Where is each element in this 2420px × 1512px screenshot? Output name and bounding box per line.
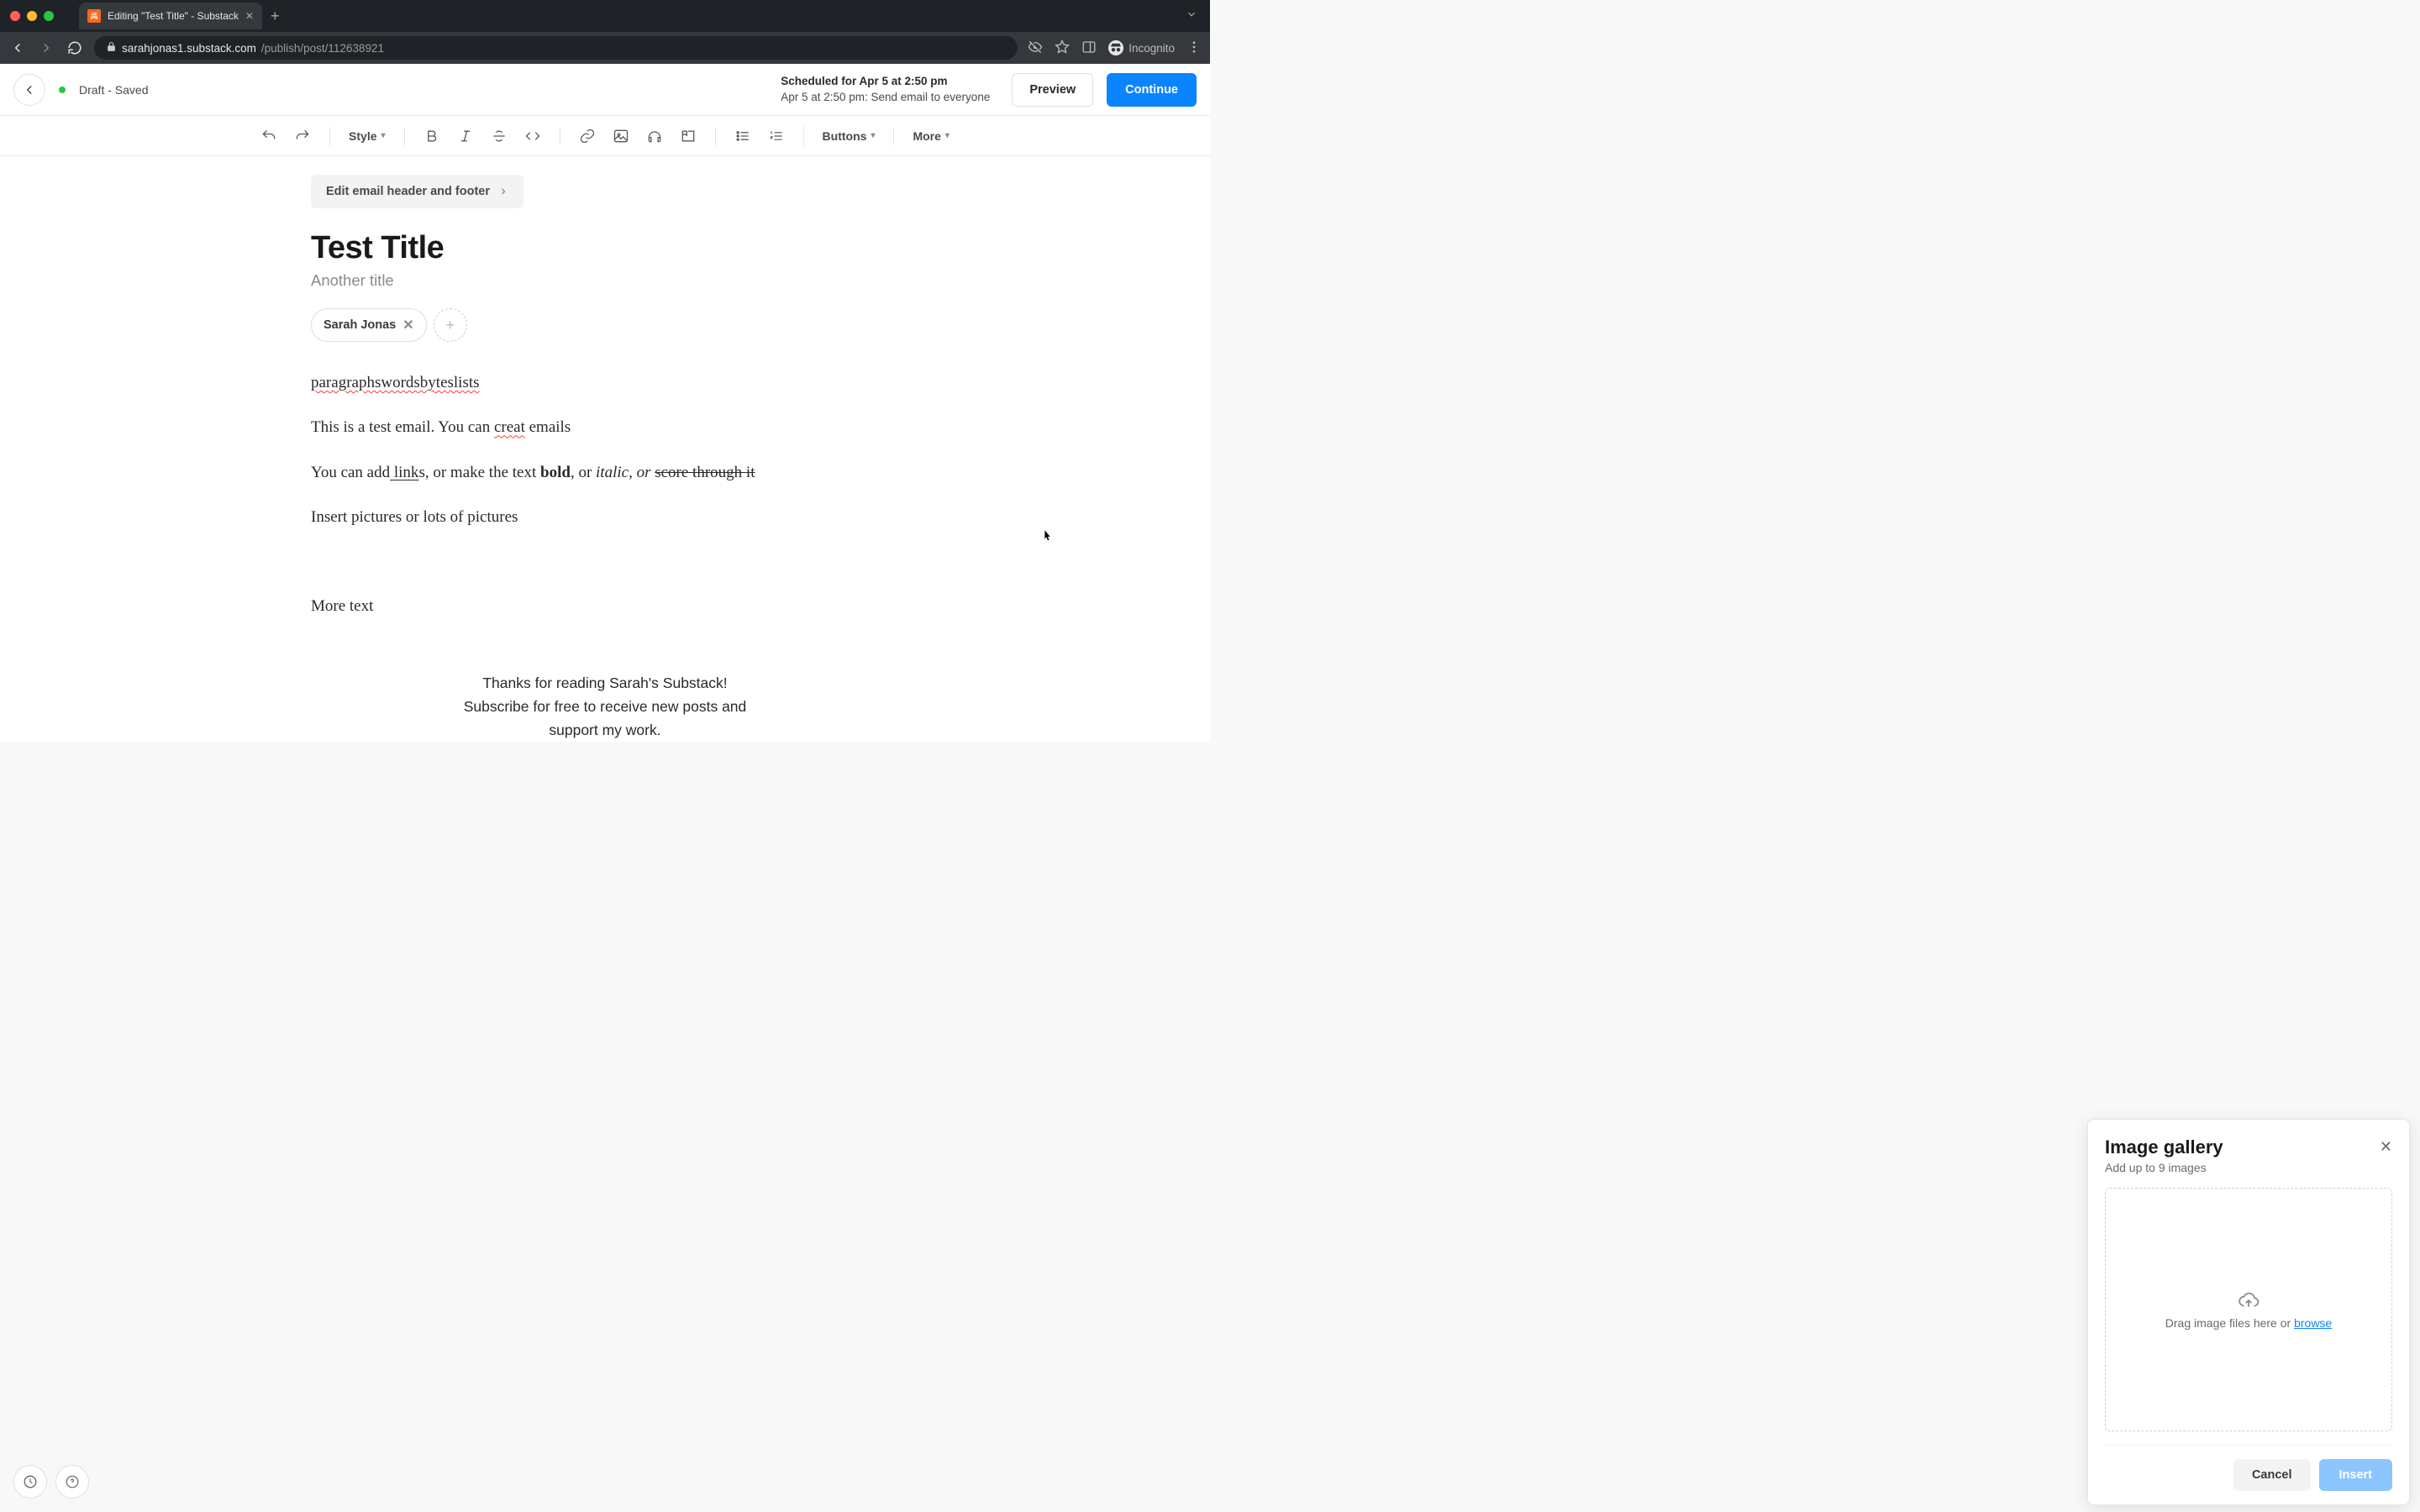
draft-status: Draft - Saved bbox=[79, 83, 148, 97]
substack-favicon bbox=[87, 9, 101, 23]
body-p1: paragraphswordsbyteslists bbox=[311, 374, 480, 391]
gallery-insert-button[interactable]: Insert bbox=[2319, 1459, 2393, 1491]
link-text[interactable]: link bbox=[390, 464, 418, 481]
remove-author-button[interactable]: ✕ bbox=[402, 317, 413, 333]
new-tab-button[interactable]: + bbox=[271, 8, 280, 25]
buttons-dropdown[interactable]: Buttons▾ bbox=[816, 121, 882, 151]
close-window-button[interactable] bbox=[10, 11, 20, 21]
schedule-info: Scheduled for Apr 5 at 2:50 pm Apr 5 at … bbox=[781, 74, 990, 106]
format-toolbar: Style▾ Buttons▾ More▾ bbox=[0, 116, 1210, 156]
lock-icon bbox=[106, 41, 117, 55]
preview-button[interactable]: Preview bbox=[1012, 73, 1093, 107]
minimize-window-button[interactable] bbox=[27, 11, 37, 21]
tab-close-icon[interactable]: ✕ bbox=[245, 10, 254, 22]
editor-header: Draft - Saved Scheduled for Apr 5 at 2:5… bbox=[0, 64, 1210, 116]
schedule-title: Scheduled for Apr 5 at 2:50 pm bbox=[781, 74, 990, 90]
forward-button[interactable] bbox=[37, 40, 55, 55]
undo-button[interactable] bbox=[254, 121, 284, 151]
gallery-close-button[interactable]: ✕ bbox=[2380, 1138, 2392, 1156]
back-to-dashboard-button[interactable] bbox=[13, 74, 45, 106]
panel-icon[interactable] bbox=[1081, 39, 1097, 57]
star-icon[interactable] bbox=[1055, 39, 1070, 57]
edit-email-header-button[interactable]: Edit email header and footer bbox=[311, 175, 523, 208]
menu-icon[interactable] bbox=[1186, 39, 1202, 57]
add-author-button[interactable]: + bbox=[434, 308, 467, 342]
browser-tab[interactable]: Editing "Test Title" - Substack ✕ bbox=[79, 3, 262, 29]
window-controls bbox=[0, 11, 54, 21]
post-title-input[interactable]: Test Title bbox=[311, 230, 899, 266]
italic-button[interactable] bbox=[450, 121, 481, 151]
url-path: /publish/post/112638921 bbox=[261, 42, 384, 55]
post-body[interactable]: paragraphswordsbyteslists This is a test… bbox=[311, 369, 899, 742]
style-dropdown[interactable]: Style▾ bbox=[342, 121, 392, 151]
subscribe-callout: Thanks for reading Sarah's Substack! Sub… bbox=[311, 671, 899, 742]
image-dropzone[interactable]: Drag image files here or browse bbox=[2105, 1188, 2392, 1431]
incognito-icon bbox=[1108, 40, 1123, 55]
editor-content: Edit email header and footer Test Title … bbox=[311, 175, 899, 742]
upload-icon bbox=[2238, 1289, 2260, 1311]
embed-button[interactable] bbox=[673, 121, 703, 151]
incognito-label: Incognito bbox=[1128, 42, 1175, 55]
gallery-subtitle: Add up to 9 images bbox=[2105, 1161, 2223, 1174]
continue-button[interactable]: Continue bbox=[1107, 73, 1197, 107]
image-gallery-popup: Image gallery Add up to 9 images ✕ Drag … bbox=[2087, 1119, 2410, 1505]
code-button[interactable] bbox=[518, 121, 548, 151]
back-button[interactable] bbox=[8, 40, 27, 55]
schedule-detail: Apr 5 at 2:50 pm: Send email to everyone bbox=[781, 90, 990, 106]
address-bar[interactable]: sarahjonas1.substack.com/publish/post/11… bbox=[94, 36, 1018, 60]
tab-list-button[interactable] bbox=[1186, 8, 1197, 24]
tab-title: Editing "Test Title" - Substack bbox=[108, 10, 239, 22]
reload-button[interactable] bbox=[66, 40, 84, 55]
incognito-indicator[interactable]: Incognito bbox=[1108, 40, 1175, 55]
history-button[interactable] bbox=[13, 1465, 47, 1499]
link-button[interactable] bbox=[572, 121, 602, 151]
image-button[interactable] bbox=[606, 121, 636, 151]
redo-button[interactable] bbox=[287, 121, 318, 151]
save-status-dot bbox=[59, 87, 66, 93]
post-subtitle-input[interactable]: Another title bbox=[311, 271, 899, 290]
gallery-cancel-button[interactable]: Cancel bbox=[2233, 1459, 2311, 1491]
help-button[interactable] bbox=[55, 1465, 89, 1499]
fullscreen-window-button[interactable] bbox=[44, 11, 54, 21]
tab-strip: Editing "Test Title" - Substack ✕ + bbox=[0, 0, 1210, 32]
gallery-title: Image gallery bbox=[2105, 1137, 2223, 1158]
dropzone-text: Drag image files here or bbox=[2165, 1316, 2294, 1330]
audio-button[interactable] bbox=[639, 121, 670, 151]
url-host: sarahjonas1.substack.com bbox=[122, 42, 256, 55]
browser-toolbar: sarahjonas1.substack.com/publish/post/11… bbox=[0, 32, 1210, 64]
bullet-list-button[interactable] bbox=[728, 121, 758, 151]
more-dropdown[interactable]: More▾ bbox=[906, 121, 955, 151]
numbered-list-button[interactable] bbox=[761, 121, 792, 151]
author-chip[interactable]: Sarah Jonas ✕ bbox=[311, 308, 427, 342]
author-name: Sarah Jonas bbox=[324, 318, 396, 332]
strikethrough-button[interactable] bbox=[484, 121, 514, 151]
browse-link[interactable]: browse bbox=[2294, 1316, 2332, 1330]
eye-off-icon[interactable] bbox=[1028, 39, 1043, 57]
bold-button[interactable] bbox=[417, 121, 447, 151]
